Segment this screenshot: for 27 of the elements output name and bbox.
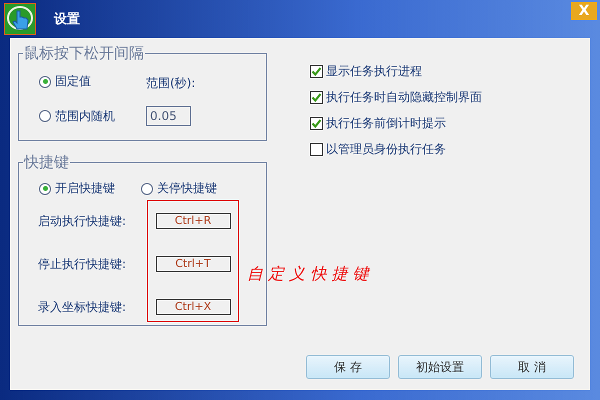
- radio-option[interactable]: 范围内随机: [39, 108, 146, 124]
- range-field[interactable]: 0.05: [146, 106, 191, 126]
- checkbox-option[interactable]: 执行任务时自动隐藏控制界面: [310, 89, 590, 106]
- hotkey-field[interactable]: Ctrl+T: [156, 256, 230, 272]
- hotkey-field[interactable]: Ctrl+R: [156, 213, 230, 229]
- group-title: 快捷键: [23, 153, 70, 172]
- radio-option[interactable]: 开启快捷键: [39, 180, 115, 197]
- checkbox-option[interactable]: 显示任务执行进程: [310, 63, 590, 80]
- window-title: 设置: [54, 11, 80, 28]
- dialog-button[interactable]: 保 存: [306, 355, 390, 379]
- check-icon: [311, 118, 322, 129]
- checkbox-option[interactable]: 执行任务前倒计时提示: [310, 115, 590, 132]
- annotation-text: 自 定 义 快 捷 键: [247, 264, 368, 285]
- hotkey-label: 启动执行快捷键:: [38, 213, 128, 229]
- radio-option[interactable]: 固定值: [39, 73, 146, 90]
- dialog-button[interactable]: 初始设置: [398, 355, 482, 379]
- radio-option[interactable]: 关停快捷键: [141, 180, 217, 197]
- dialog-button[interactable]: 取 消: [490, 355, 574, 379]
- group-title: 鼠标按下松开间隔: [23, 44, 145, 63]
- range-label: 范围(秒):: [146, 75, 196, 92]
- hotkey-label: 录入坐标快捷键:: [38, 299, 128, 315]
- checkbox-option[interactable]: 以管理员身份执行任务: [310, 141, 590, 158]
- check-icon: [311, 92, 322, 103]
- hotkey-label: 停止执行快捷键:: [38, 256, 128, 272]
- hand-icon: [4, 3, 36, 35]
- check-icon: [311, 66, 322, 77]
- hotkey-field[interactable]: Ctrl+X: [156, 299, 230, 315]
